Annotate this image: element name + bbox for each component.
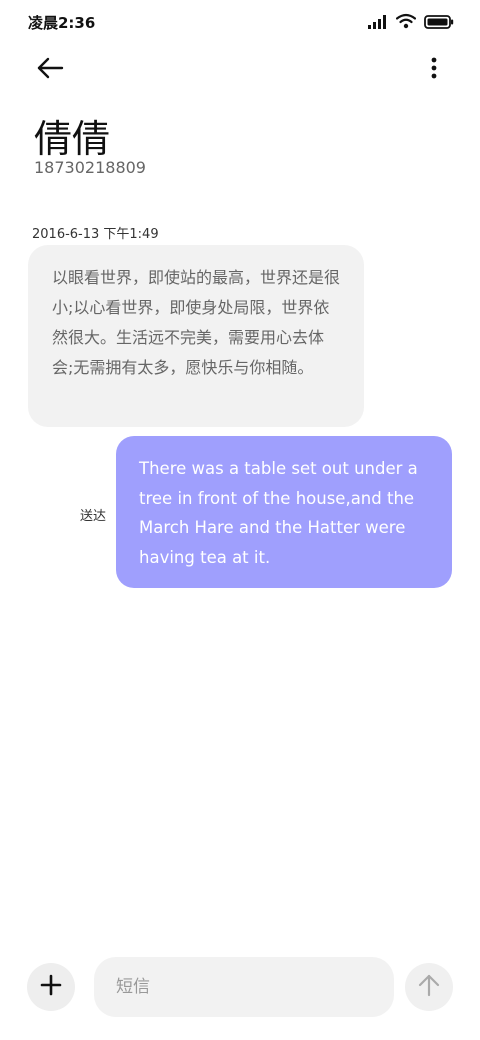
delivery-status: 送达 xyxy=(80,509,107,524)
signal-icon xyxy=(368,14,388,33)
arrow-up-icon xyxy=(418,973,440,1001)
send-button[interactable] xyxy=(405,963,453,1011)
received-message-bubble[interactable]: 以眼看世界，即使站的最高，世界还是很小;以心看世界，即使身处局限，世界依然很大。… xyxy=(28,245,364,427)
back-button[interactable] xyxy=(32,52,68,88)
add-attachment-button[interactable] xyxy=(27,963,75,1011)
battery-icon xyxy=(424,14,454,33)
status-time: 凌晨2:36 xyxy=(28,14,96,32)
composer-bar xyxy=(0,955,480,1025)
sent-message-bubble[interactable]: There was a table set out under a tree i… xyxy=(116,436,452,588)
more-vertical-icon xyxy=(431,57,437,83)
message-timestamp: 2016-6-13 下午1:49 xyxy=(32,227,159,242)
plus-icon xyxy=(40,974,62,1000)
wifi-icon xyxy=(395,13,417,33)
top-bar xyxy=(0,44,480,94)
status-icons xyxy=(368,13,454,33)
status-bar: 凌晨2:36 xyxy=(0,0,480,44)
message-input[interactable] xyxy=(94,957,394,1017)
arrow-left-icon xyxy=(36,57,64,83)
contact-name: 倩倩 xyxy=(34,117,111,161)
more-options-button[interactable] xyxy=(422,52,446,88)
contact-number: 18730218809 xyxy=(34,158,146,177)
